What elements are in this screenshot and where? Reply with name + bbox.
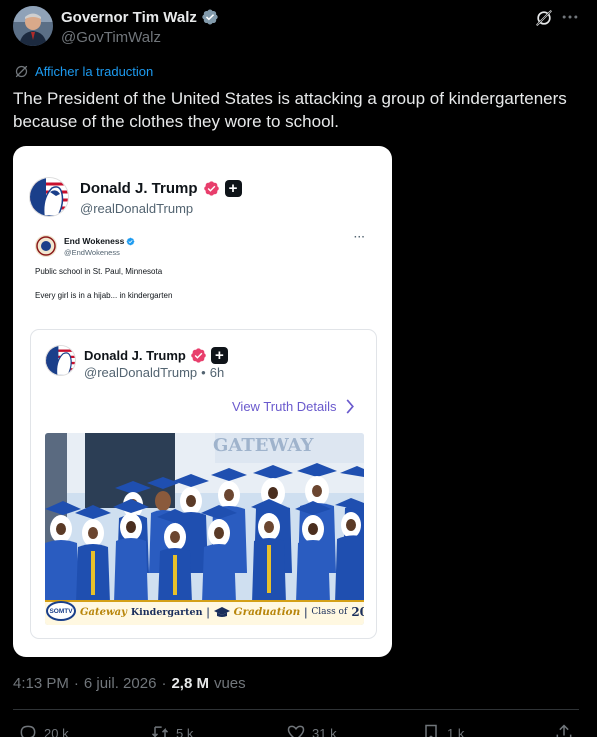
photo-sign-text: GATEWAY — [213, 435, 315, 456]
quoted-line-1: Public school in St. Paul, Minnesota — [35, 267, 163, 276]
translate-icon — [15, 65, 28, 78]
verified-icon — [126, 237, 135, 245]
view-truth-details-link: View Truth Details — [232, 399, 355, 414]
trump-display-name: Donald J. Trump — [80, 180, 198, 197]
card-age: 6h — [209, 365, 225, 380]
author-display-name[interactable]: Governor Tim Walz — [61, 9, 197, 26]
tweet-meta: 4:13 PM · 6 juil. 2026 · 2,8 M vues — [13, 675, 246, 692]
endwokeness-name-row: End Wokeness — [64, 236, 135, 246]
card-name-row: Donald J. Trump + — [84, 347, 228, 364]
banner-year: 2026 — [351, 605, 364, 619]
bookmark-button[interactable]: 1 k — [421, 723, 464, 737]
translate-link[interactable]: Afficher la traduction — [14, 64, 153, 79]
tweet-time[interactable]: 4:13 PM — [13, 675, 69, 692]
repost-icon — [151, 726, 169, 737]
share-button[interactable] — [554, 723, 574, 737]
verified-icon — [202, 9, 218, 25]
author-avatar[interactable] — [13, 6, 53, 46]
repost-count: 5 k — [176, 725, 194, 737]
graduation-photo: GATEWAY Gateway Kindergarten | Graduatio… — [45, 433, 364, 625]
endwokeness-avatar — [35, 235, 57, 257]
views-label: vues — [213, 675, 246, 692]
tweet-text: The President of the United States is at… — [13, 89, 567, 131]
tweet: Governor Tim Walz @GovTimWalz Afficher l… — [0, 0, 597, 737]
reply-count: 20 k — [44, 725, 69, 737]
quoted-line-2: Every girl is in a hijab... in kindergar… — [35, 291, 173, 300]
truth-verified-icon — [203, 181, 219, 196]
banner-class-label: Class of — [311, 607, 348, 617]
truth-verified-icon — [191, 348, 206, 363]
view-truth-details-label: View Truth Details — [232, 399, 337, 414]
card-trump-avatar — [45, 345, 76, 376]
endwokeness-name: End Wokeness — [64, 236, 125, 246]
meta-sep: · — [73, 675, 79, 692]
like-count: 31 k — [312, 725, 337, 737]
banner-sep-1: | — [206, 605, 210, 619]
somtv-logo: SOMTV — [46, 601, 76, 621]
action-bar: 20 k 5 k 31 k 1 k — [0, 719, 597, 737]
banner-sep-2: | — [304, 605, 308, 619]
banner-grade: Kindergarten — [130, 606, 203, 618]
trump-name-row: Donald J. Trump + — [80, 180, 242, 197]
meta-sep-2: · — [161, 675, 167, 692]
banner-school: Gateway — [80, 606, 127, 618]
tweet-date[interactable]: 6 juil. 2026 — [84, 675, 157, 692]
translate-label[interactable]: Afficher la traduction — [35, 64, 153, 79]
quoted-more-icon: ··· — [354, 232, 366, 243]
graduation-cap-icon — [213, 606, 230, 617]
truth-plus-icon: + — [210, 347, 228, 364]
chevron-right-icon — [346, 399, 354, 414]
truth-card: Donald J. Trump + @realDonaldTrump • 6h … — [30, 329, 377, 639]
trump-avatar — [29, 177, 69, 217]
card-handle: @realDonaldTrump — [84, 365, 198, 380]
author-handle[interactable]: @GovTimWalz — [61, 29, 161, 46]
card-display-name: Donald J. Trump — [84, 348, 186, 363]
author-name-row: Governor Tim Walz — [61, 8, 219, 26]
more-icon[interactable] — [560, 7, 580, 27]
truth-plus-icon: + — [224, 180, 242, 197]
card-handle-row: @realDonaldTrump • 6h — [84, 365, 224, 380]
bookmark-count: 1 k — [447, 725, 465, 737]
banner-text-row: Gateway Kindergarten | Graduation | Clas… — [80, 605, 364, 619]
repost-button[interactable]: 5 k — [150, 723, 193, 737]
grok-icon[interactable] — [534, 8, 554, 28]
divider — [13, 709, 579, 710]
trump-handle: @realDonaldTrump — [80, 201, 194, 216]
endwokeness-handle: @EndWokeness — [64, 248, 120, 257]
reply-button[interactable]: 20 k — [18, 723, 69, 737]
like-icon — [287, 725, 305, 737]
like-button[interactable]: 31 k — [286, 723, 337, 737]
reply-icon — [20, 725, 36, 737]
embedded-screenshot[interactable]: Donald J. Trump + @realDonaldTrump End W… — [13, 146, 392, 657]
views-count: 2,8 M — [171, 675, 209, 692]
banner-event: Graduation — [233, 606, 301, 618]
bookmark-icon — [425, 724, 437, 737]
card-dot: • — [201, 365, 206, 380]
photo-banner: Gateway Kindergarten | Graduation | Clas… — [45, 600, 364, 625]
share-icon — [556, 724, 572, 737]
